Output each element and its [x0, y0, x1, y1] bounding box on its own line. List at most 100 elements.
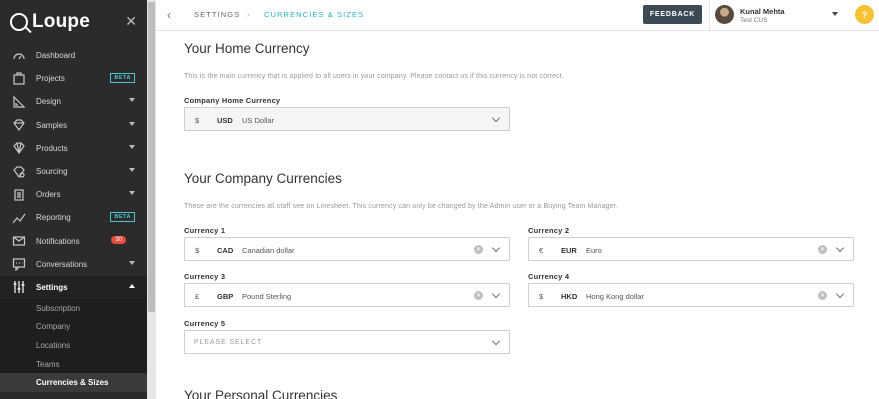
currency-symbol: $ — [195, 246, 200, 255]
sidebar-item-label: Reporting — [36, 213, 71, 223]
chevron-down-icon — [129, 121, 135, 126]
currency-3-select[interactable]: £ GBP Pound Sterling ✕ — [184, 283, 510, 307]
clear-icon[interactable]: ✕ — [818, 291, 827, 300]
avatar[interactable] — [715, 5, 734, 24]
chevron-down-icon — [129, 98, 135, 103]
sidebar-item-label: Design — [36, 97, 61, 107]
submenu-item-currencies-sizes[interactable]: Currencies & Sizes — [0, 373, 147, 393]
sidebar-item-label: Samples — [36, 120, 68, 130]
sourcing-icon — [12, 165, 26, 179]
logo[interactable]: Loupe ✕ — [0, 0, 147, 44]
currency-name: Hong Kong dollar — [586, 292, 644, 301]
reporting-icon — [12, 211, 26, 225]
sidebar-item-settings[interactable]: Settings — [0, 275, 147, 300]
notification-count-badge: 30 — [111, 235, 126, 244]
currency-code: HKD — [561, 292, 578, 301]
orders-icon — [12, 188, 26, 202]
chevron-down-icon[interactable] — [491, 243, 501, 253]
samples-icon — [12, 118, 26, 132]
sidebar-nav: Dashboard Projects BETA Design Samples P… — [0, 44, 147, 300]
user-name[interactable]: Kunal Mehta — [740, 7, 785, 16]
sidebar: Loupe ✕ Dashboard Projects BETA Design S… — [0, 0, 147, 399]
submenu-item-locations[interactable]: Locations — [0, 336, 147, 355]
scrollbar-thumb[interactable] — [148, 2, 155, 312]
chevron-down-icon — [129, 167, 135, 172]
sidebar-item-dashboard[interactable]: Dashboard — [0, 44, 147, 67]
currency-symbol: $ — [539, 292, 544, 301]
currency-2-label: Currency 2 — [528, 226, 570, 235]
sidebar-item-design[interactable]: Design — [0, 90, 147, 113]
beta-badge: BETA — [110, 73, 135, 84]
currency-symbol: € — [539, 246, 544, 255]
currency-4-label: Currency 4 — [528, 272, 570, 281]
currency-name: Canadian dollar — [242, 246, 295, 255]
chevron-down-icon[interactable] — [491, 289, 501, 299]
sidebar-item-label: Dashboard — [36, 51, 76, 61]
home-currency-select: $ USD US Dollar — [184, 107, 510, 131]
currency-5-label: Currency 5 — [184, 319, 226, 328]
currency-1-select[interactable]: $ CAD Canadian dollar ✕ — [184, 237, 510, 261]
chevron-down-icon[interactable] — [491, 336, 501, 346]
chat-icon — [12, 257, 26, 272]
sidebar-item-samples[interactable]: Samples — [0, 114, 147, 137]
sidebar-item-label: Notifications — [36, 236, 80, 246]
user-menu-caret-icon[interactable] — [832, 12, 838, 16]
help-button[interactable]: ? — [855, 5, 874, 24]
sidebar-item-notifications[interactable]: Notifications 30 — [0, 230, 147, 253]
breadcrumb-separator-icon: › — [247, 10, 251, 19]
submenu-item-teams[interactable]: Teams — [0, 355, 147, 374]
clear-icon[interactable]: ✕ — [474, 291, 483, 300]
close-icon[interactable]: ✕ — [125, 13, 137, 30]
sidebar-item-projects[interactable]: Projects BETA — [0, 67, 147, 90]
clear-icon[interactable]: ✕ — [818, 245, 827, 254]
user-org: Test CUS — [740, 17, 768, 24]
currency-symbol: £ — [195, 292, 200, 301]
chevron-down-icon — [491, 113, 501, 123]
currency-2-select[interactable]: € EUR Euro ✕ — [528, 237, 854, 261]
currency-code: CAD — [217, 246, 234, 255]
chevron-down-icon[interactable] — [835, 289, 845, 299]
design-icon — [12, 95, 26, 109]
sidebar-item-label: Orders — [36, 190, 61, 200]
sidebar-item-reporting[interactable]: Reporting BETA — [0, 206, 147, 229]
feedback-button[interactable]: FEEDBACK — [643, 5, 702, 24]
sidebar-item-products[interactable]: Products — [0, 137, 147, 160]
home-currency-description: This is the main currency that is applie… — [184, 73, 564, 80]
sidebar-item-sourcing[interactable]: Sourcing — [0, 160, 147, 183]
sidebar-item-label: Sourcing — [36, 167, 68, 177]
currency-3-label: Currency 3 — [184, 272, 226, 281]
currency-name: Euro — [586, 246, 602, 255]
submenu-item-subscription[interactable]: Subscription — [0, 299, 147, 318]
breadcrumb-settings[interactable]: SETTINGS — [194, 10, 240, 19]
sidebar-item-label: Products — [36, 143, 68, 153]
sidebar-item-label: Projects — [36, 74, 65, 84]
divider — [709, 0, 710, 30]
select-placeholder: PLEASE SELECT — [194, 339, 263, 346]
logo-text: Loupe — [32, 11, 90, 32]
currency-name: US Dollar — [242, 116, 275, 125]
chevron-down-icon — [129, 260, 135, 265]
company-currencies-description: These are the currencies all staff see o… — [184, 203, 618, 210]
loupe-logo-icon — [10, 13, 28, 31]
settings-submenu: Subscription Company Locations Teams Cur… — [0, 299, 147, 393]
submenu-item-company[interactable]: Company — [0, 318, 147, 337]
personal-currencies-title: Your Personal Currencies — [184, 388, 338, 399]
currency-5-select[interactable]: PLEASE SELECT — [184, 330, 510, 354]
sidebar-item-orders[interactable]: Orders — [0, 183, 147, 206]
currency-4-select[interactable]: $ HKD Hong Kong dollar ✕ — [528, 283, 854, 307]
back-chevron-icon[interactable]: ‹ — [167, 8, 171, 22]
sidebar-item-conversations[interactable]: Conversations — [0, 253, 147, 276]
products-icon — [12, 141, 26, 155]
currency-code: USD — [217, 116, 233, 125]
sidebar-item-label: Conversations — [36, 259, 88, 269]
company-currencies-title: Your Company Currencies — [184, 171, 342, 186]
sidebar-scrollbar[interactable] — [147, 0, 156, 399]
dashboard-icon — [12, 49, 26, 63]
projects-icon — [12, 72, 26, 86]
chevron-up-icon — [129, 283, 135, 288]
home-currency-title: Your Home Currency — [184, 41, 310, 56]
clear-icon[interactable]: ✕ — [474, 245, 483, 254]
currency-symbol: $ — [195, 116, 200, 125]
chevron-down-icon[interactable] — [835, 243, 845, 253]
currency-code: EUR — [561, 246, 577, 255]
